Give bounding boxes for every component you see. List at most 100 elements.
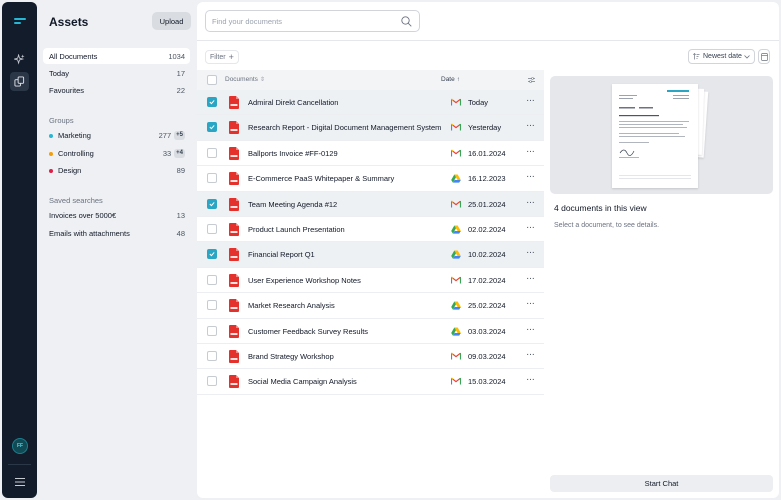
sort-dropdown[interactable]: Newest date — [688, 49, 755, 64]
row-checkbox[interactable] — [207, 249, 217, 260]
more-options-icon[interactable]: ··· — [526, 273, 535, 284]
nav-item-favourites[interactable]: Favourites 22 — [43, 82, 190, 98]
rail-divider — [8, 464, 31, 465]
document-name[interactable]: Brand Strategy Workshop — [248, 352, 334, 361]
pdf-file-icon — [229, 324, 239, 338]
pdf-file-icon — [229, 146, 239, 160]
group-count: 33 — [162, 148, 172, 158]
pdf-file-icon — [229, 375, 239, 389]
saved-search-invoices[interactable]: Invoices over 5000€ 13 — [43, 207, 190, 223]
row-checkbox[interactable] — [207, 350, 217, 361]
table-row[interactable]: Customer Feedback Survey Results 03.03.20… — [197, 319, 544, 344]
row-checkbox[interactable] — [207, 376, 217, 387]
column-header-date[interactable]: Date ↑ — [441, 76, 460, 83]
more-options-icon[interactable]: ··· — [526, 247, 535, 258]
table-row[interactable]: Financial Report Q1 10.02.2024 ··· — [197, 242, 544, 268]
document-name[interactable]: E-Commerce PaaS Whitepaper & Summary — [248, 174, 394, 183]
more-options-icon[interactable]: ··· — [526, 171, 535, 182]
more-options-icon[interactable]: ··· — [526, 197, 535, 208]
group-item-marketing[interactable]: Marketing 277 +5 — [43, 127, 190, 143]
details-title: 4 documents in this view — [554, 203, 647, 213]
documents-icon[interactable] — [10, 72, 29, 91]
nav-item-label: Today — [49, 68, 70, 78]
column-settings-icon[interactable] — [528, 77, 535, 83]
table-row[interactable]: User Experience Workshop Notes 17.02.2024… — [197, 268, 544, 294]
nav-item-count: 1034 — [168, 51, 185, 61]
group-color-dot — [49, 133, 53, 138]
pdf-file-icon — [229, 299, 239, 313]
list-header: Documents ⇕ Date ↑ — [197, 70, 544, 90]
document-name[interactable]: Team Meeting Agenda #12 — [248, 200, 337, 209]
more-options-icon[interactable]: ··· — [526, 349, 535, 360]
row-checkbox[interactable] — [207, 274, 217, 285]
group-item-design[interactable]: Design 89 — [43, 162, 190, 178]
nav-item-today[interactable]: Today 17 — [43, 65, 190, 81]
column-label: Documents — [225, 76, 258, 83]
row-checkbox[interactable] — [207, 325, 217, 336]
row-checkbox[interactable] — [207, 97, 217, 107]
gmail-icon — [450, 352, 462, 360]
more-options-icon[interactable]: ··· — [526, 146, 535, 157]
column-label: Date — [441, 76, 455, 83]
row-checkbox[interactable] — [207, 223, 217, 234]
row-checkbox[interactable] — [207, 300, 217, 311]
toggle-details-panel-button[interactable] — [758, 49, 770, 64]
saved-search-emails[interactable]: Emails with attachments 48 — [43, 225, 190, 241]
row-checkbox[interactable] — [207, 198, 217, 209]
app-logo-icon[interactable] — [14, 18, 26, 26]
table-row[interactable]: Team Meeting Agenda #12 25.01.2024 ··· — [197, 191, 544, 217]
more-options-icon[interactable]: ··· — [526, 324, 535, 335]
hamburger-menu-icon[interactable] — [10, 472, 29, 491]
table-row[interactable]: Brand Strategy Workshop 09.03.2024 ··· — [197, 344, 544, 370]
pdf-file-icon — [229, 222, 239, 236]
document-name[interactable]: Product Launch Presentation — [248, 225, 345, 234]
document-date: 15.03.2024 — [468, 377, 506, 387]
document-name[interactable]: Ballports Invoice #FF-0129 — [248, 149, 338, 158]
document-date: 25.01.2024 — [468, 199, 506, 209]
start-chat-button[interactable]: Start Chat — [550, 475, 773, 492]
table-row[interactable]: Market Research Analysis 25.02.2024 ··· — [197, 293, 544, 319]
document-name[interactable]: Social Media Campaign Analysis — [248, 377, 357, 386]
more-options-icon[interactable]: ··· — [526, 120, 535, 131]
new-items-badge: +4 — [174, 148, 185, 158]
document-date: 09.03.2024 — [468, 351, 506, 361]
table-row[interactable]: Product Launch Presentation 02.02.2024 ··· — [197, 217, 544, 243]
row-checkbox[interactable] — [207, 173, 217, 184]
row-checkbox[interactable] — [207, 147, 217, 158]
more-options-icon[interactable]: ··· — [526, 95, 535, 106]
more-options-icon[interactable]: ··· — [526, 298, 535, 309]
more-options-icon[interactable]: ··· — [526, 222, 535, 233]
table-row[interactable]: Research Report - Digital Document Manag… — [197, 115, 544, 141]
column-header-documents[interactable]: Documents ⇕ — [225, 76, 265, 83]
more-options-icon[interactable]: ··· — [526, 374, 535, 385]
nav-item-label: All Documents — [49, 51, 98, 61]
document-name[interactable]: Research Report - Digital Document Manag… — [248, 123, 441, 132]
document-name[interactable]: Admiral Direkt Cancellation — [248, 98, 338, 107]
user-avatar[interactable]: FF — [12, 438, 28, 454]
document-name[interactable]: Financial Report Q1 — [248, 250, 315, 259]
document-name[interactable]: User Experience Workshop Notes — [248, 276, 361, 285]
nav-item-all-documents[interactable]: All Documents 1034 — [43, 48, 190, 64]
filter-button[interactable]: Filter + — [205, 50, 239, 64]
document-list: Documents ⇕ Date ↑ Admiral Direkt Cancel… — [197, 70, 544, 395]
sparkle-icon[interactable] — [10, 50, 29, 69]
upload-button[interactable]: Upload — [152, 12, 191, 30]
document-date: 16.01.2024 — [468, 148, 506, 158]
group-item-controlling[interactable]: Controlling 33 +4 — [43, 145, 190, 161]
select-all-checkbox[interactable] — [207, 75, 217, 85]
search-input[interactable] — [212, 11, 397, 31]
search-icon[interactable] — [401, 16, 412, 27]
table-row[interactable]: Ballports Invoice #FF-0129 16.01.2024 ··· — [197, 141, 544, 167]
table-row[interactable]: Admiral Direkt Cancellation Today ··· — [197, 90, 544, 116]
search-box[interactable] — [205, 10, 420, 32]
new-items-badge: +5 — [174, 130, 185, 140]
saved-searches-heading: Saved searches — [49, 196, 103, 205]
document-date: 10.02.2024 — [468, 250, 506, 260]
table-row[interactable]: E-Commerce PaaS Whitepaper & Summary 16.1… — [197, 166, 544, 192]
document-name[interactable]: Customer Feedback Survey Results — [248, 327, 368, 336]
group-label: Design — [58, 165, 82, 175]
row-checkbox[interactable] — [207, 122, 217, 133]
page-title: Assets — [49, 15, 89, 29]
table-row[interactable]: Social Media Campaign Analysis 15.03.2024… — [197, 369, 544, 395]
document-name[interactable]: Market Research Analysis — [248, 301, 335, 310]
